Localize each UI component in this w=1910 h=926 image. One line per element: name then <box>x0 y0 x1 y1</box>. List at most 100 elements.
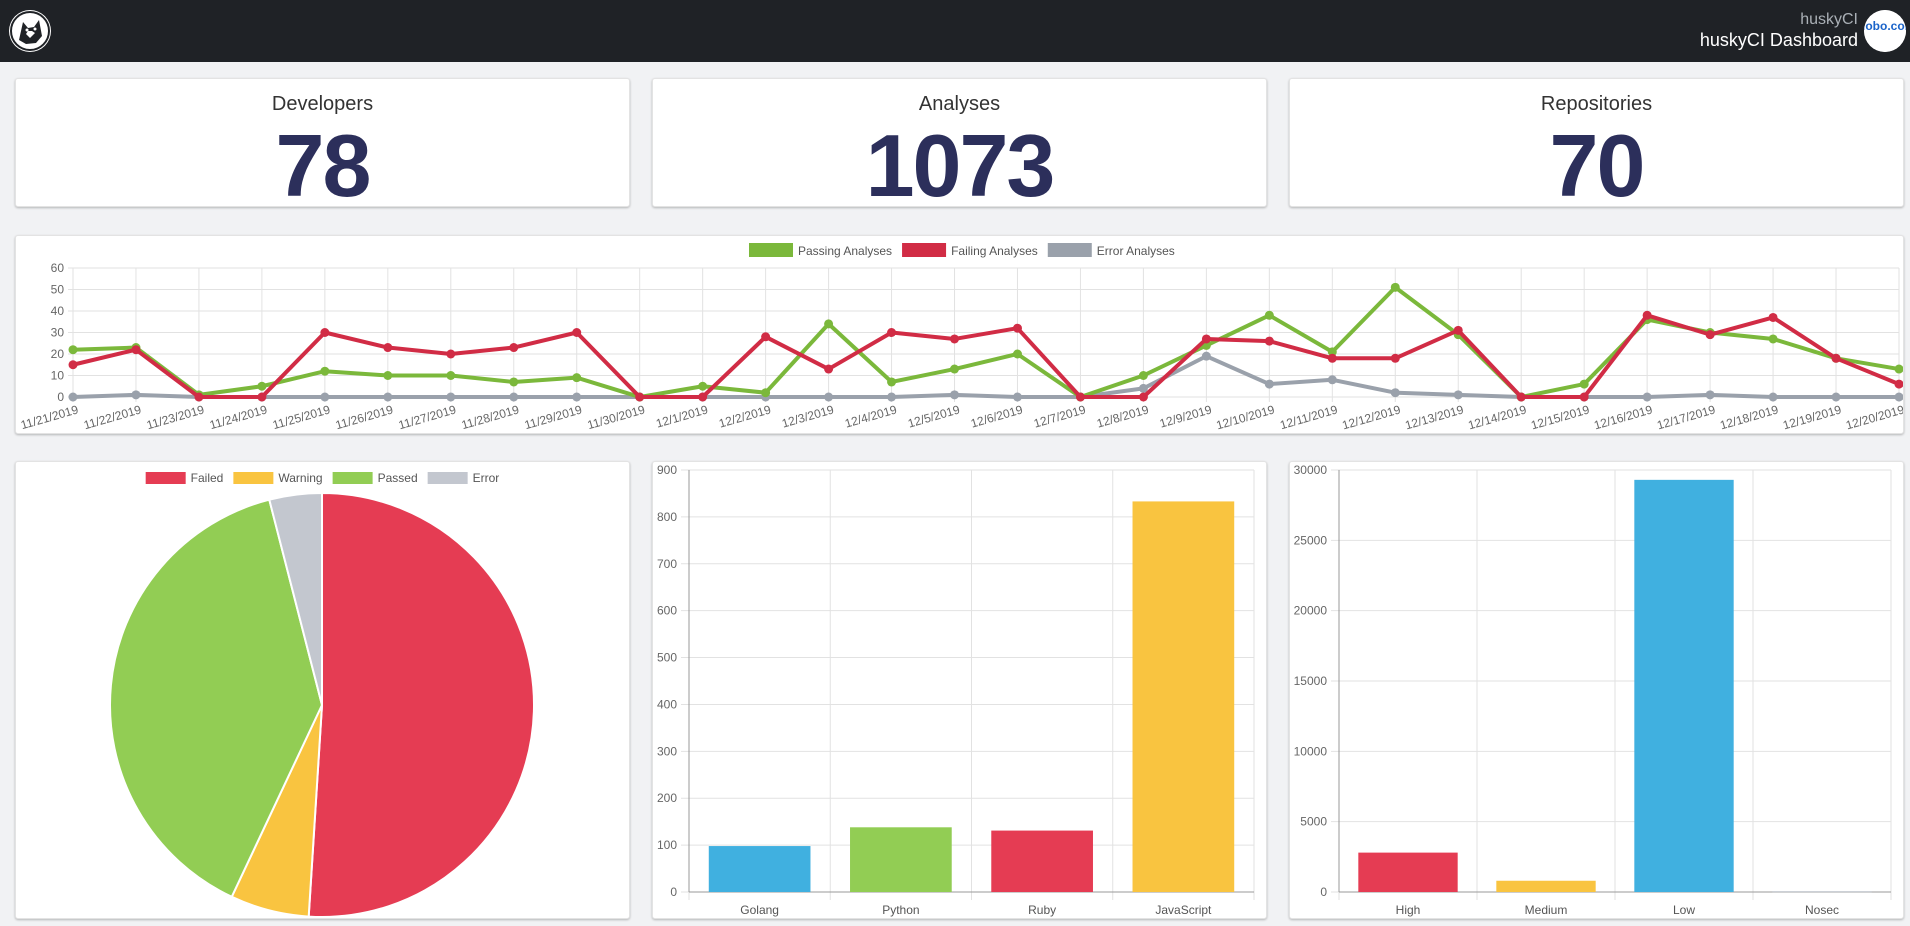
data-point <box>572 328 582 337</box>
x-tick-label: 12/16/2019 <box>1592 402 1654 432</box>
x-tick-label: 12/9/2019 <box>1158 402 1213 430</box>
repositories-card: Repositories 70 <box>1289 78 1904 215</box>
developers-card: Developers 78 <box>15 78 630 215</box>
data-point <box>257 392 267 402</box>
pie-slice-failed <box>307 491 535 918</box>
x-tick-label: 11/24/2019 <box>208 402 269 432</box>
x-tick-label: 12/5/2019 <box>906 402 961 430</box>
y-tick-label: 100 <box>657 838 677 852</box>
y-tick-label: 600 <box>657 604 677 618</box>
x-tick-label: 12/12/2019 <box>1341 402 1403 432</box>
data-point <box>1390 388 1400 398</box>
analyses-count: 1073 <box>865 116 1056 215</box>
bar-nosec <box>1772 891 1872 893</box>
y-tick-label: 5000 <box>1300 815 1327 829</box>
x-tick-label: Low <box>1673 903 1695 917</box>
y-tick-label: 300 <box>657 744 677 758</box>
data-point <box>950 334 960 344</box>
data-point <box>1453 325 1463 335</box>
globo-logo-text: globo.com <box>1864 19 1906 33</box>
data-point <box>131 390 141 400</box>
x-tick-label: 12/17/2019 <box>1655 402 1717 432</box>
y-tick-label: 500 <box>657 651 677 665</box>
legend-swatch-2 <box>332 472 373 484</box>
bar-python <box>850 827 952 892</box>
y-tick-label: 25000 <box>1294 533 1328 547</box>
x-tick-label: 12/8/2019 <box>1095 402 1150 430</box>
husky-logo-icon[interactable] <box>9 10 51 52</box>
data-point <box>1642 392 1652 402</box>
x-tick-label: 12/11/2019 <box>1278 402 1339 432</box>
data-point <box>1012 392 1022 402</box>
data-point <box>1831 392 1841 402</box>
data-point <box>1138 392 1148 402</box>
data-point <box>446 392 456 402</box>
data-point <box>1201 334 1211 344</box>
data-point <box>1138 371 1148 380</box>
data-point <box>1327 353 1337 363</box>
data-point <box>383 371 393 380</box>
data-point <box>698 381 708 391</box>
data-point <box>1516 392 1526 402</box>
results-pie-card: Failed Warning Passed Error <box>15 461 630 919</box>
data-point <box>257 381 267 391</box>
y-tick-label: 50 <box>51 283 65 297</box>
x-tick-label: 12/7/2019 <box>1032 402 1087 430</box>
data-point <box>1768 334 1778 344</box>
x-tick-label: Python <box>882 903 919 917</box>
analyses-timeline-chart: Passing Analyses Failing Analyses Error An… <box>19 243 1906 432</box>
data-point <box>1264 336 1274 346</box>
data-point <box>1012 323 1022 333</box>
data-point <box>950 390 960 400</box>
bar-low <box>1634 479 1734 892</box>
severity-bar-card: 0 5000 10000 15000 20000 25000 30000 High Medium… <box>1289 461 1904 919</box>
data-point <box>383 392 393 402</box>
data-point <box>446 371 456 380</box>
data-point <box>509 343 519 353</box>
legend-swatch-0 <box>749 243 793 257</box>
legend-swatch-1 <box>902 243 947 257</box>
data-point <box>1831 353 1841 363</box>
x-tick-label: 11/30/2019 <box>586 402 647 432</box>
app-name: huskyCI <box>1800 11 1858 28</box>
repositories-title: Repositories <box>1540 93 1653 115</box>
data-point <box>1894 364 1904 374</box>
data-point <box>1264 310 1274 320</box>
x-tick-label: JavaScript <box>1155 903 1212 917</box>
y-tick-label: 0 <box>670 885 677 899</box>
legend-label-3: Error <box>473 471 500 485</box>
data-point <box>1390 353 1400 363</box>
analyses-title: Analyses <box>918 93 1001 115</box>
legend-label-0: Passing Analyses <box>798 244 892 258</box>
dashboard-title: huskyCI Dashboard <box>1699 29 1858 50</box>
x-tick-label: 11/27/2019 <box>397 402 458 432</box>
data-point <box>1201 351 1211 361</box>
y-tick-label: 30000 <box>1294 463 1328 477</box>
data-point <box>761 332 771 342</box>
languages-bar-chart: 0 100 200 300 400 500 600 700 800 900 Golang Python… <box>657 463 1255 917</box>
series-line-1 <box>72 313 1900 399</box>
data-point <box>950 364 960 374</box>
data-point <box>887 392 897 402</box>
y-tick-label: 15000 <box>1294 674 1328 688</box>
x-tick-label: 12/15/2019 <box>1529 402 1591 432</box>
x-tick-label: 12/18/2019 <box>1718 402 1780 432</box>
legend-label-1: Warning <box>278 471 322 485</box>
x-tick-label: 12/3/2019 <box>780 402 835 430</box>
y-tick-label: 60 <box>51 261 65 275</box>
analyses-timeline-card: Passing Analyses Failing Analyses Error An… <box>15 235 1906 434</box>
bar-javascript <box>1132 501 1235 892</box>
globo-logo-icon[interactable]: globo.com <box>1864 10 1906 52</box>
data-point <box>572 392 582 402</box>
y-tick-label: 400 <box>657 697 677 711</box>
y-tick-label: 40 <box>51 304 65 318</box>
x-tick-label: 12/2/2019 <box>717 402 772 430</box>
x-tick-label: 12/4/2019 <box>843 402 898 430</box>
x-tick-label: 12/13/2019 <box>1403 402 1465 432</box>
x-tick-label: Ruby <box>1028 903 1056 917</box>
data-point <box>131 345 141 355</box>
legend-swatch-0 <box>145 472 186 484</box>
data-point <box>1012 349 1022 359</box>
y-tick-label: 800 <box>657 510 677 524</box>
x-tick-label: 12/6/2019 <box>969 402 1024 430</box>
